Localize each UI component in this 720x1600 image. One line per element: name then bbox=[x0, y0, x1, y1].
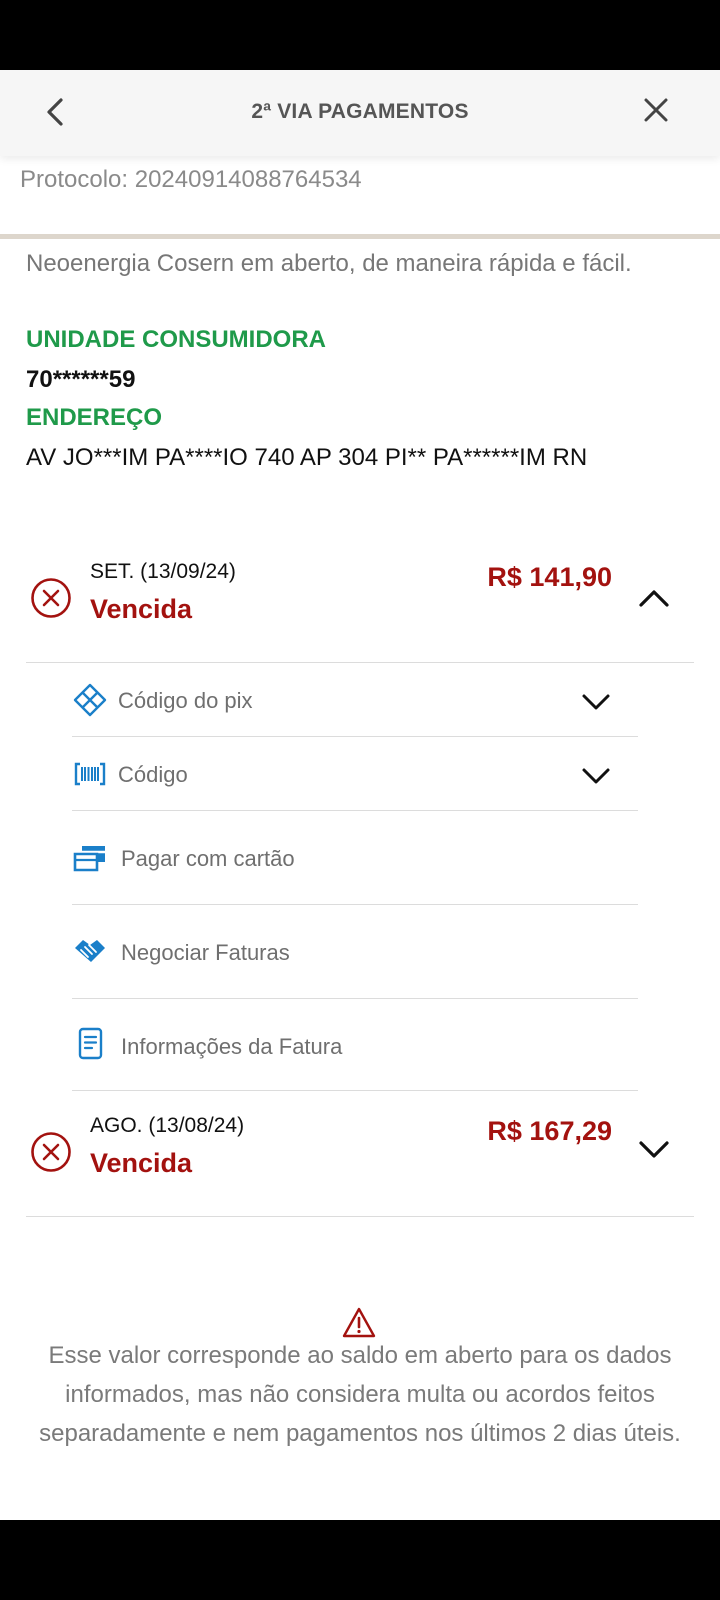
handshake-icon bbox=[75, 940, 105, 962]
bill-status: Vencida bbox=[90, 1148, 193, 1178]
error-circle-icon bbox=[31, 1132, 71, 1172]
option-invoice-info[interactable]: Informações da Fatura bbox=[72, 1000, 648, 1092]
option-label: Código do pix bbox=[118, 688, 253, 713]
divider bbox=[72, 810, 638, 811]
option-label: Negociar Faturas bbox=[121, 940, 290, 965]
page-title: 2ª VIA PAGAMENTOS bbox=[251, 100, 469, 123]
bill-item[interactable]: SET. (13/09/24) Vencida R$ 141,90 bbox=[26, 550, 694, 662]
unit-value: 70******59 bbox=[26, 366, 136, 393]
option-pix-code[interactable]: Código do pix bbox=[72, 664, 648, 738]
option-pay-card[interactable]: Pagar com cartão bbox=[72, 812, 648, 904]
top-bar: 2ª VIA PAGAMENTOS bbox=[0, 70, 720, 156]
bill-status: Vencida bbox=[90, 594, 193, 624]
close-icon bbox=[644, 98, 668, 122]
option-label: Informações da Fatura bbox=[121, 1034, 343, 1059]
divider bbox=[26, 1216, 694, 1217]
chevron-down-icon[interactable] bbox=[580, 760, 612, 792]
bill-date: AGO. (13/08/24) bbox=[90, 1114, 245, 1137]
card-icon bbox=[73, 846, 105, 872]
address-label: ENDEREÇO bbox=[26, 404, 163, 431]
close-button[interactable] bbox=[636, 90, 676, 130]
barcode-icon bbox=[74, 762, 106, 786]
bill-amount: R$ 141,90 bbox=[487, 562, 612, 592]
chevron-up-icon[interactable] bbox=[636, 580, 672, 616]
pix-icon bbox=[73, 683, 107, 717]
divider bbox=[72, 998, 638, 999]
intro-text: Neoenergia Cosern em aberto, de maneira … bbox=[26, 250, 632, 277]
document-icon bbox=[78, 1027, 103, 1060]
option-negotiate-invoices[interactable]: Negociar Faturas bbox=[72, 906, 648, 998]
divider bbox=[72, 736, 638, 737]
payments-screen: 2ª VIA PAGAMENTOS Protocolo: 20240914088… bbox=[0, 70, 720, 1520]
chevron-down-icon[interactable] bbox=[636, 1132, 672, 1168]
chevron-down-icon[interactable] bbox=[580, 686, 612, 718]
error-circle-icon bbox=[31, 578, 71, 618]
address-value: AV JO***IM PA****IO 740 AP 304 PI** PA**… bbox=[26, 444, 588, 471]
option-label: Pagar com cartão bbox=[121, 846, 295, 871]
bill-date: SET. (13/09/24) bbox=[90, 560, 236, 583]
option-label: Código bbox=[118, 762, 188, 787]
divider bbox=[72, 904, 638, 905]
protocol-number: Protocolo: 20240914088764534 bbox=[20, 166, 362, 193]
bill-amount: R$ 167,29 bbox=[487, 1116, 612, 1146]
divider bbox=[72, 1090, 638, 1091]
bill-item[interactable]: AGO. (13/08/24) Vencida R$ 167,29 bbox=[26, 1100, 694, 1216]
warning-icon bbox=[342, 1307, 376, 1338]
divider bbox=[26, 662, 694, 663]
unit-label: UNIDADE CONSUMIDORA bbox=[26, 326, 326, 353]
disclaimer-text: Esse valor corresponde ao saldo em abert… bbox=[39, 1342, 681, 1447]
option-barcode[interactable]: Código bbox=[72, 738, 648, 812]
